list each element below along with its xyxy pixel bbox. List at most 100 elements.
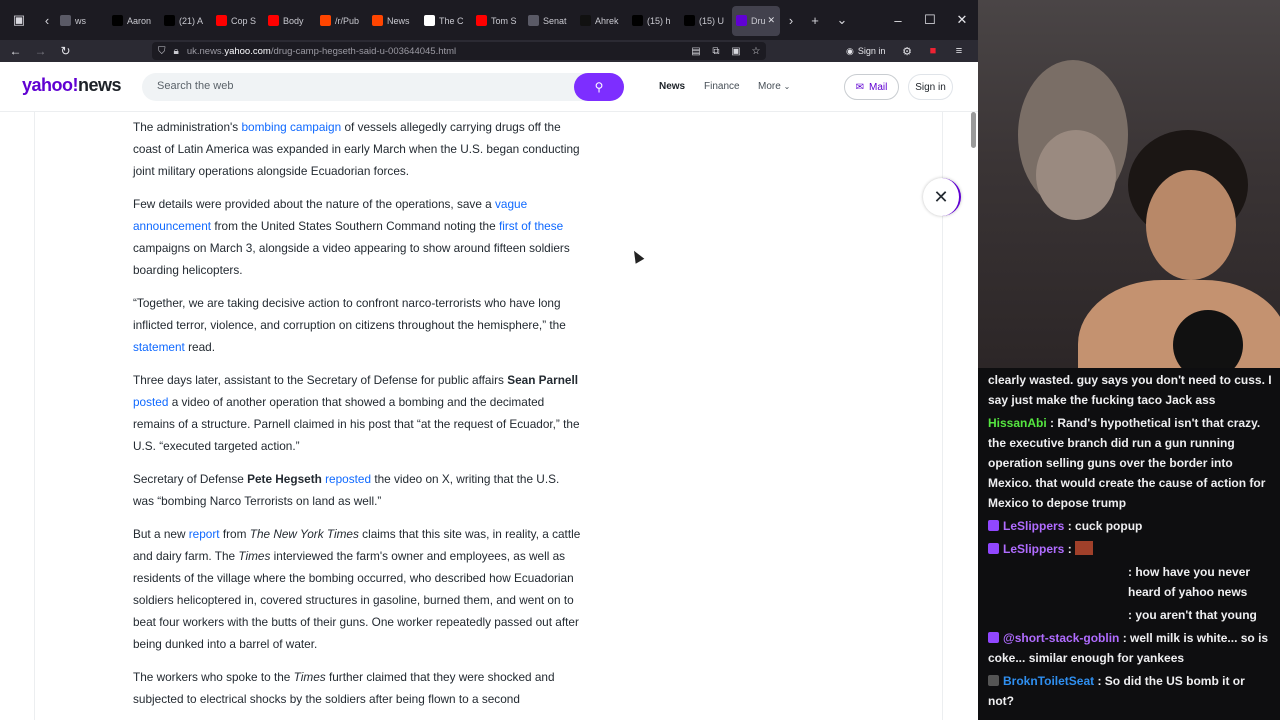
p6-text-a: But a new — [133, 527, 189, 541]
tab-title: Cop S — [231, 15, 257, 26]
webcam-overlay — [978, 0, 1280, 368]
reddit-icon — [372, 15, 383, 26]
link-statement[interactable]: statement — [133, 340, 185, 354]
p2-text-b: from the United States Southern Command … — [211, 219, 499, 233]
browser-window: ▣ ‹ ws Aaron (21) A Cop S Body/r/Pub News The … — [0, 0, 978, 720]
navigation-bar: ← → ↻ ⛉ 🔒︎ uk.news.yahoo.com/drug-camp-h… — [0, 40, 978, 62]
url-text[interactable]: uk.news.yahoo.com/drug-camp-hegseth-said… — [187, 46, 456, 57]
chat-username[interactable]: HissanAbi — [988, 416, 1047, 430]
search-input[interactable] — [157, 80, 567, 92]
forward-icon[interactable]: → — [28, 40, 53, 62]
browser-tab[interactable]: Aaron — [108, 6, 160, 36]
webcam-streamer-face — [1146, 170, 1236, 280]
chat-username[interactable]: BroknToiletSeat — [1003, 674, 1094, 688]
pip-icon[interactable]: ▣ — [726, 46, 746, 57]
new-tab-icon[interactable]: + — [802, 0, 828, 40]
link-bombing-campaign[interactable]: bombing campaign — [241, 120, 341, 134]
browser-tab[interactable]: Dru ✕ — [732, 5, 780, 36]
chat-username[interactable]: LeSlippers — [1003, 542, 1064, 556]
reload-icon[interactable]: ↻ — [53, 40, 78, 62]
x-icon — [684, 15, 695, 26]
yahoo-signin-label: Sign in — [915, 81, 946, 93]
nav-finance[interactable]: Finance — [704, 81, 740, 92]
link-report[interactable]: report — [189, 527, 220, 541]
yahoo-signin-button[interactable]: Sign in — [908, 74, 953, 100]
tab-overview-icon[interactable]: ▣ — [0, 0, 38, 40]
browser-tab[interactable]: Ahrek — [576, 6, 628, 36]
x-icon — [164, 15, 175, 26]
youtube-icon — [268, 15, 279, 26]
link-posted[interactable]: posted — [133, 395, 168, 409]
browser-tab[interactable]: News — [368, 6, 420, 36]
search-button[interactable]: ⚲ — [574, 73, 624, 101]
site-info-icon[interactable]: ⛉ — [158, 46, 166, 57]
chat-separator: : — [1064, 542, 1076, 556]
nav-more[interactable]: More ⌄ — [758, 81, 790, 92]
mail-label: Mail — [869, 81, 888, 93]
browser-tab[interactable]: /r/Pub — [316, 6, 368, 36]
search-box: ⚲ — [142, 73, 624, 101]
scroll-tabs-left-icon[interactable]: ‹ — [38, 0, 56, 40]
maximize-icon[interactable]: ☐ — [914, 0, 946, 40]
p5-text-a: Secretary of Defense — [133, 472, 248, 486]
browser-tab[interactable]: Cop S — [212, 6, 264, 36]
chat-text: Rand's hypothetical isn't that crazy. th… — [988, 416, 1266, 510]
scroll-tabs-right-icon[interactable]: › — [780, 0, 802, 40]
close-ad-button[interactable]: ✕ — [923, 178, 961, 216]
browser-tab[interactable]: (21) A — [160, 6, 212, 36]
paragraph-1: The administration's bombing campaign of… — [133, 116, 583, 182]
p1-text-a: The administration's — [133, 120, 242, 134]
tab-title: Body — [283, 15, 304, 26]
close-icon: ✕ — [933, 186, 949, 207]
addon-icon[interactable]: ■ — [920, 45, 946, 57]
tab-title: /r/Pub — [335, 15, 360, 26]
chat-username[interactable]: LeSlippers — [1003, 519, 1064, 533]
chat-badge-icon — [988, 543, 999, 554]
menu-icon[interactable]: ≡ — [946, 45, 972, 57]
x-icon — [112, 15, 123, 26]
p6-text-b: from — [219, 527, 250, 541]
tab-list: ws Aaron (21) A Cop S Body/r/Pub News The C Tom… — [56, 5, 780, 36]
article-body: The administration's bombing campaign of… — [133, 116, 583, 720]
toolbar-right: ⚙︎ ■ ≡ — [894, 40, 972, 62]
yahoo-icon — [736, 15, 747, 26]
link-first-of-these[interactable]: first of these — [499, 219, 563, 233]
chat-message: LeSlippers : — [988, 539, 1272, 559]
browser-tab[interactable]: ws — [56, 6, 108, 36]
browser-tab[interactable]: The C — [420, 6, 472, 36]
tab-list-chevron-icon[interactable]: ⌄ — [828, 0, 856, 40]
url-bar[interactable]: ⛉ 🔒︎ uk.news.yahoo.com/drug-camp-hegseth… — [152, 42, 766, 60]
yahoo-news-logo[interactable]: yahoo!news — [22, 75, 122, 96]
browser-signin-button[interactable]: ◉ Sign in — [846, 42, 885, 60]
minimize-icon[interactable]: – — [882, 0, 914, 40]
screenshot-icon[interactable]: ⧉ — [706, 46, 726, 57]
page-scrollbar[interactable] — [971, 112, 976, 148]
link-reposted[interactable]: reposted — [325, 472, 371, 486]
paragraph-7: The workers who spoke to the Times furth… — [133, 666, 583, 710]
youtube-icon — [216, 15, 227, 26]
bookmark-star-icon[interactable]: ☆ — [746, 46, 766, 57]
url-path: /drug-camp-hegseth-said-u-003644045.html — [270, 45, 457, 57]
browser-tab[interactable]: Senat — [524, 6, 576, 36]
browser-tab[interactable]: (15) h — [628, 6, 680, 36]
back-icon[interactable]: ← — [3, 40, 28, 62]
chat-username[interactable]: @short-stack-goblin — [1003, 631, 1119, 645]
mail-button[interactable]: ✉ Mail — [844, 74, 899, 100]
browser-tab[interactable]: Tom S — [472, 6, 524, 36]
browser-tab[interactable]: Body — [264, 6, 316, 36]
extensions-icon[interactable]: ⚙︎ — [894, 45, 920, 58]
tab-title: The C — [439, 15, 464, 26]
p6-text-d: interviewed the farm's owner and employe… — [133, 549, 579, 651]
close-tab-icon[interactable]: ✕ — [768, 15, 776, 26]
window-close-icon[interactable]: ✕ — [946, 0, 978, 40]
p6-italic-times: Times — [238, 549, 271, 563]
browser-tab[interactable]: (15) U — [680, 6, 732, 36]
p4-text-a: Three days later, assistant to the Secre… — [133, 373, 508, 387]
name-pete-hegseth: Pete Hegseth — [247, 472, 322, 486]
chat-text: cuck popup — [1075, 519, 1143, 533]
chat-message: LeSlippers : cuck popup — [988, 516, 1272, 536]
tab-title: (15) U — [699, 15, 725, 26]
nav-news[interactable]: News — [659, 81, 685, 92]
paragraph-2: Few details were provided about the natu… — [133, 193, 583, 281]
reader-view-icon[interactable]: ▤ — [686, 46, 706, 57]
